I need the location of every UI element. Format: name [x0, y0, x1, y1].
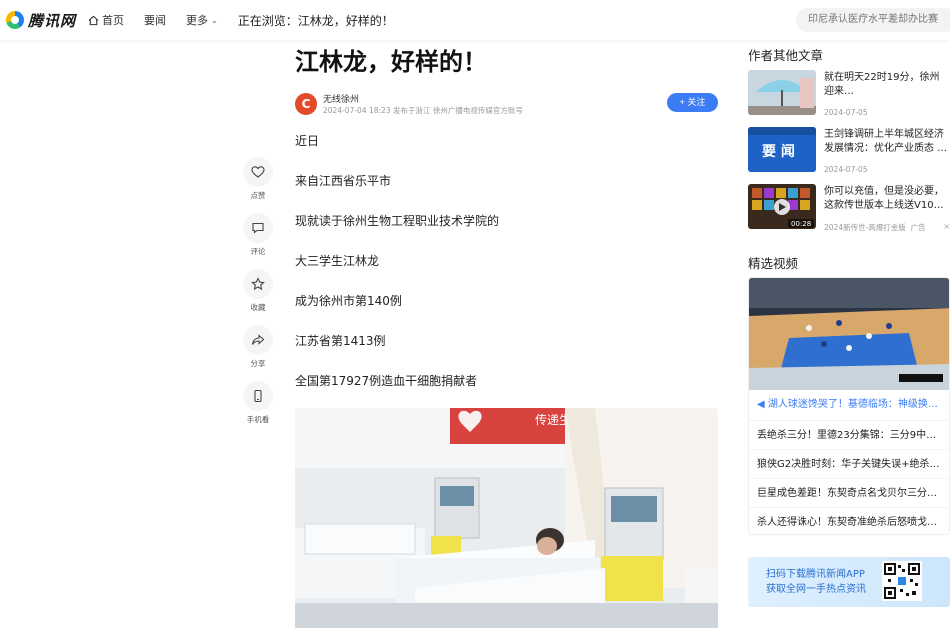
video-list-item[interactable]: 杀人还得诛心！东契奇准绝杀后怒喷戈… [749, 507, 949, 534]
paragraph: 大三学生江林龙 [295, 254, 380, 268]
browsing-title: 正在浏览：江林龙，好样的！ [237, 13, 394, 28]
article-thumbnail[interactable] [748, 70, 816, 115]
author-articles-title: 作者其他文章 [748, 48, 824, 63]
author-article-item[interactable]: 就在明天22时19分，徐州迎来… 2024-07-05 [748, 70, 950, 127]
home-icon [88, 15, 99, 25]
tencent-logo[interactable]: 腾讯网 [6, 10, 76, 30]
news-thumb-image: 要 闻 [748, 127, 816, 172]
author-article-item[interactable]: 要 闻 王剑锋调研上半年城区经济发展情况：优化产业质态 … 2024-07-05 [748, 127, 950, 184]
nav-news[interactable]: 要闻 [144, 12, 166, 28]
featured-video-box: ◀︎ 湖人球迷馋哭了！基德临场：神级换… 丢绝杀三分！里德23分集锦：三分9中…… [748, 277, 950, 535]
article: 江林龙，好样的！ C 无线徐州 2024-07-04 18:23 发布于浙江 徐… [295, 40, 718, 628]
like-button[interactable] [243, 157, 273, 187]
main-nav: 首页 要闻 更多 ⌄ 正在浏览：江林龙，好样的！ [88, 0, 394, 40]
nav-home-label: 首页 [102, 14, 124, 27]
nav-more[interactable]: 更多 ⌄ [186, 12, 218, 28]
paragraph: 成为徐州市第140例 [295, 294, 402, 308]
like-action[interactable]: 点赞 [242, 157, 274, 213]
follow-button[interactable]: + 关注 [667, 93, 718, 112]
article-photo: 传递生命新希望 [295, 408, 718, 628]
ad-article-item[interactable]: 00:28 你可以充值，但是没必要，这款传世版本上线送V10… 2024新传世-… [748, 184, 950, 241]
paragraph: 现就读于徐州生物工程职业技术学院的 [295, 214, 500, 228]
logo-text: 腾讯网 [28, 11, 77, 30]
app-banner-line1: 扫码下载腾讯新闻APP [766, 569, 865, 580]
share-label: 分享 [250, 359, 266, 368]
app-banner-line2: 获取全网一手热点资讯 [766, 584, 866, 595]
video-caption[interactable]: ◀︎ 湖人球迷馋哭了！基德临场：神级换… [749, 390, 949, 420]
article-title: 江林龙，好样的！ [295, 48, 487, 76]
paragraph: 来自江西省乐平市 [295, 174, 392, 188]
ad-title-link[interactable]: 你可以充值，但是没必要，这款传世版本上线送V10… [824, 185, 948, 213]
video-duration: 00:28 [791, 220, 811, 228]
video-list-item[interactable]: 丢绝杀三分！里德23分集锦：三分9中… [749, 420, 949, 449]
paragraph: 近日 [295, 134, 320, 148]
basketball-video-image [749, 278, 949, 390]
game-ad-thumb-image: 00:28 [748, 184, 816, 229]
article-title-link[interactable]: 王剑锋调研上半年城区经济发展情况：优化产业质态 … [824, 128, 948, 156]
article-date: 2024-07-05 [824, 165, 868, 174]
search-input[interactable] [796, 8, 950, 32]
article-title-link[interactable]: 就在明天22时19分，徐州迎来… [824, 71, 948, 99]
ad-source: 2024新传世-高爆打金版 广告 [824, 222, 926, 233]
nav-home[interactable]: 首页 [88, 12, 124, 28]
ad-thumbnail[interactable]: 00:28 [748, 184, 816, 229]
article-date: 2024-07-05 [824, 108, 868, 117]
thumb-text: 要 闻 [762, 143, 795, 160]
video-list-item[interactable]: 巨星成色差距！东契奇点名戈贝尔三分… [749, 478, 949, 507]
favorite-action[interactable]: 收藏 [242, 269, 274, 325]
share-icon [251, 334, 265, 345]
paragraph: 江苏省第1413例 [295, 334, 386, 348]
close-icon[interactable]: × [943, 222, 950, 231]
nav-more-label: 更多 [186, 14, 208, 27]
video-caption-text: 湖人球迷馋哭了！基德临场：神级换… [767, 399, 938, 410]
paragraph: 全国第17927例造血干细胞捐献者 [295, 374, 478, 388]
nav-news-label: 要闻 [144, 14, 166, 27]
logo-mark-icon [6, 11, 24, 29]
top-header: 腾讯网 首页 要闻 更多 ⌄ 正在浏览：江林龙，好样的！ [0, 0, 950, 40]
action-bar: 点赞 评论 收藏 分享 手机看 [242, 157, 274, 437]
author-name[interactable]: 无线徐州 [323, 92, 359, 105]
share-button[interactable] [243, 325, 273, 355]
article-body: 近日 来自江西省乐平市 现就读于徐州生物工程职业技术学院的 大三学生江林龙 成为… [295, 131, 718, 411]
star-icon [251, 277, 265, 291]
author-meta: 2024-07-04 18:23 发布于浙江 徐州广播电视传媒官方账号 [323, 106, 523, 115]
favorite-label: 收藏 [250, 303, 266, 312]
mobile-label: 手机看 [246, 415, 270, 424]
author-avatar[interactable]: C [295, 93, 317, 115]
video-list-item[interactable]: 狼侠G2决胜时刻：华子关键失误+绝杀… [749, 449, 949, 478]
share-action[interactable]: 分享 [242, 325, 274, 381]
video-section-title: 精选视频 [748, 256, 799, 271]
video-player[interactable] [749, 278, 949, 390]
mobile-button[interactable] [243, 381, 273, 411]
app-banner-text: 扫码下载腾讯新闻APP 获取全网一手热点资讯 [766, 567, 866, 597]
comment-button[interactable] [243, 213, 273, 243]
app-download-banner[interactable]: 扫码下载腾讯新闻APP 获取全网一手热点资讯 [748, 557, 950, 607]
comment-action[interactable]: 评论 [242, 213, 274, 269]
ad-source-name: 2024新传世-高爆打金版 [824, 223, 906, 232]
comment-icon [252, 222, 264, 234]
author-row: C 无线徐州 2024-07-04 18:23 发布于浙江 徐州广播电视传媒官方… [295, 91, 718, 131]
mobile-action[interactable]: 手机看 [242, 381, 274, 437]
like-label: 点赞 [250, 191, 266, 200]
favorite-button[interactable] [243, 269, 273, 299]
chevron-down-icon: ⌄ [211, 15, 218, 25]
hospital-photo-image: 传递生命新希望 [295, 408, 718, 628]
phone-icon [254, 389, 262, 403]
umbrella-thumb-image [748, 70, 816, 115]
ad-label: 广告 [910, 223, 926, 232]
video-play-icon: ◀︎ [757, 399, 765, 410]
comment-label: 评论 [250, 247, 266, 256]
heart-icon [251, 166, 265, 178]
qr-code-icon [882, 561, 922, 601]
article-thumbnail[interactable]: 要 闻 [748, 127, 816, 172]
